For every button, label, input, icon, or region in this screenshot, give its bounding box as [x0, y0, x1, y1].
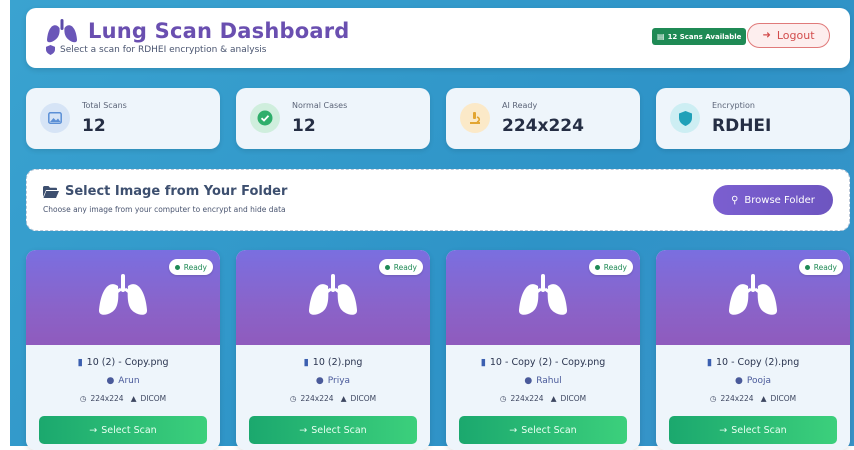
clock-icon: ◷ — [709, 394, 717, 403]
file-icon: ▮ — [480, 357, 486, 368]
scans-available-badge: ▤ 12 Scans Available — [652, 28, 747, 45]
stat-value: 224x224 — [502, 116, 584, 136]
status-badge: Ready — [378, 259, 423, 275]
title-row: Lung Scan Dashboard — [46, 18, 350, 44]
status-dot-icon — [804, 264, 810, 270]
clock-icon: ◷ — [499, 394, 507, 403]
scan-filename: ▮ 10 - Copy (2).png — [706, 357, 800, 368]
scan-card[interactable]: Ready ▮ 10 (2).png ● Priya ◷ 224x224 ▲ DICOM… — [236, 250, 430, 450]
status-badge: Ready — [798, 259, 843, 275]
shield-icon — [670, 103, 700, 133]
status-dot-icon — [594, 264, 600, 270]
logout-label: Logout — [776, 29, 815, 42]
subtitle-row: Select a scan for RDHEI encryption & ana… — [46, 45, 266, 55]
stat-card-ai-ready: AI Ready 224x224 — [446, 88, 640, 149]
edge-strip — [0, 0, 10, 450]
stat-value: 12 — [82, 116, 106, 136]
user-icon: ● — [315, 376, 324, 386]
status-label: Ready — [813, 262, 837, 272]
lungs-icon — [98, 274, 148, 315]
scan-owner: ● Priya — [315, 376, 351, 386]
stat-label: AI Ready — [502, 101, 538, 110]
select-scan-button[interactable]: → Select Scan — [249, 416, 417, 444]
scan-meta: ◷ 224x224 ▲ DICOM — [499, 394, 587, 403]
select-scan-button[interactable]: → Select Scan — [459, 416, 627, 444]
folder-title: Select Image from Your Folder — [65, 184, 288, 199]
status-badge: Ready — [588, 259, 633, 275]
page-subtitle: Select a scan for RDHEI encryption & ana… — [60, 45, 267, 55]
stat-label: Normal Cases — [292, 101, 348, 110]
scan-thumbnail: Ready — [656, 250, 850, 345]
status-label: Ready — [603, 262, 627, 272]
folder-subtitle: Choose any image from your computer to e… — [43, 205, 286, 214]
scan-filename: ▮ 10 (2).png — [303, 357, 363, 368]
file-icon: ▮ — [303, 357, 309, 368]
logout-icon: ➜ — [762, 30, 771, 41]
scan-owner: ● Rahul — [524, 376, 562, 386]
microscope-icon — [460, 103, 490, 133]
status-dot-icon — [384, 264, 390, 270]
image-icon — [40, 103, 70, 133]
shield-icon: ▲ — [760, 394, 767, 403]
user-icon: ● — [735, 376, 743, 386]
scans-available-text: 12 Scans Available — [667, 32, 742, 41]
scan-thumbnail: Ready — [236, 250, 430, 345]
status-badge: Ready — [168, 259, 213, 275]
scan-owner: ● Pooja — [735, 376, 771, 386]
user-icon: ● — [524, 376, 533, 386]
file-icon: ▮ — [77, 357, 83, 368]
scan-meta: ◷ 224x224 ▲ DICOM — [709, 394, 797, 403]
select-scan-button[interactable]: → Select Scan — [669, 416, 837, 444]
arrow-right-icon: → — [299, 424, 308, 436]
stat-label: Total Scans — [82, 101, 127, 110]
browse-folder-button[interactable]: ⚲ Browse Folder — [713, 185, 833, 215]
scan-meta: ◷ 224x224 ▲ DICOM — [79, 394, 167, 403]
shield-icon: ▲ — [550, 394, 557, 403]
search-icon: ⚲ — [731, 194, 739, 206]
lungs-icon — [518, 274, 568, 315]
database-icon: ▤ — [657, 32, 665, 41]
arrow-right-icon: → — [719, 424, 728, 436]
header-card: Lung Scan Dashboard Select a scan for RD… — [26, 8, 850, 68]
scan-filename: ▮ 10 (2) - Copy.png — [77, 357, 169, 368]
page-title: Lung Scan Dashboard — [88, 19, 350, 43]
arrow-right-icon: → — [509, 424, 518, 436]
scan-card[interactable]: Ready ▮ 10 - Copy (2).png ● Pooja ◷ 224x224… — [656, 250, 850, 450]
scan-filename: ▮ 10 - Copy (2) - Copy.png — [480, 357, 606, 368]
lungs-icon — [308, 274, 358, 315]
shield-icon: ▲ — [130, 394, 137, 403]
lungs-icon — [728, 274, 778, 315]
clock-icon: ◷ — [79, 394, 87, 403]
folder-title-row: Select Image from Your Folder — [43, 184, 287, 199]
check-circle-icon — [250, 103, 280, 133]
shield-icon — [46, 45, 55, 55]
folder-open-icon — [43, 185, 59, 198]
stat-value: 12 — [292, 116, 316, 136]
status-dot-icon — [174, 264, 180, 270]
scan-thumbnail: Ready — [446, 250, 640, 345]
scan-card[interactable]: Ready ▮ 10 (2) - Copy.png ● Arun ◷ 224x224 … — [26, 250, 220, 450]
scan-owner: ● Arun — [106, 376, 140, 386]
scan-meta: ◷ 224x224 ▲ DICOM — [289, 394, 377, 403]
browse-folder-label: Browse Folder — [744, 194, 815, 206]
status-label: Ready — [393, 262, 417, 272]
folder-select-panel: Select Image from Your Folder Choose any… — [26, 169, 850, 231]
clock-icon: ◷ — [289, 394, 297, 403]
select-scan-button[interactable]: → Select Scan — [39, 416, 207, 444]
stat-card-normal-cases: Normal Cases 12 — [236, 88, 430, 149]
logout-button[interactable]: ➜ Logout — [747, 23, 830, 48]
shield-icon: ▲ — [340, 394, 347, 403]
lungs-logo-icon — [47, 19, 77, 43]
stat-card-encryption: Encryption RDHEI — [656, 88, 850, 149]
arrow-right-icon: → — [89, 424, 98, 436]
scan-card[interactable]: Ready ▮ 10 - Copy (2) - Copy.png ● Rahul ◷… — [446, 250, 640, 450]
file-icon: ▮ — [706, 357, 712, 368]
stat-label: Encryption — [712, 101, 755, 110]
user-icon: ● — [106, 376, 115, 386]
stat-card-total-scans: Total Scans 12 — [26, 88, 220, 149]
scan-thumbnail: Ready — [26, 250, 220, 345]
status-label: Ready — [183, 262, 207, 272]
stat-value: RDHEI — [712, 116, 772, 136]
